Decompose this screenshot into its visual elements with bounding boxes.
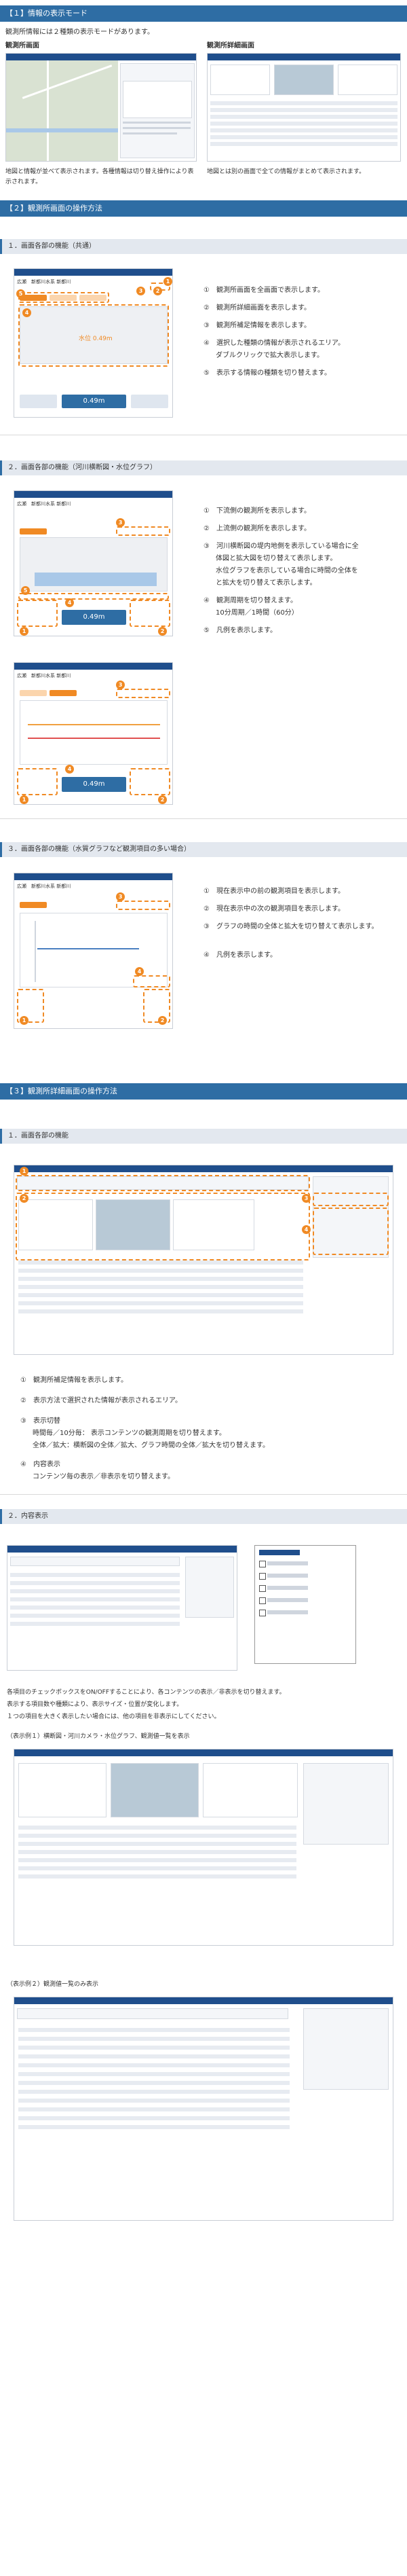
s3-1-item-3c: 全体／拡大：横断図の全体／拡大、グラフ時間の全体／拡大を切り替えます。 bbox=[33, 1442, 269, 1449]
mode1-title: 観測所画面 bbox=[5, 42, 39, 50]
s2-2-item-1: ① 下流側の観測所を表示します。 bbox=[204, 507, 311, 515]
phone-screen-cross-section: 広瀬 新都川水系 新都川 0.49m 1 2 3 4 5 bbox=[14, 490, 173, 636]
content-display-image bbox=[7, 1545, 237, 1671]
phone-screen-common: 広瀬 新都川水系 新都川 水位 0.49m 0.49m 1 2 3 4 5 bbox=[14, 268, 173, 418]
station-screen-image bbox=[5, 53, 197, 162]
s2-2-item-4b: 10分周期／1時間（60分） bbox=[216, 609, 298, 617]
s3-1-item-3b: 時間毎／10分毎： 表示コンテンツの観測周期を切り替えます。 bbox=[33, 1430, 226, 1437]
mode2-desc: 地図とは別の画面で全ての情報がまとめて表示されます。 bbox=[207, 168, 366, 175]
mode2-title: 観測所詳細画面 bbox=[207, 42, 254, 50]
s3-1-item-4: ④ 内容表示 bbox=[20, 1461, 60, 1468]
s2-2-item-3c: 水位グラフを表示している場合に時間の全体を bbox=[216, 567, 358, 575]
phone3-station: 広瀬 新都川水系 新都川 bbox=[17, 673, 71, 678]
station-detail-screen-image bbox=[207, 53, 401, 162]
s2-1-item-2: ② 観測所詳細画面を表示します。 bbox=[204, 304, 311, 312]
section1-header: 【１】情報の表示モード bbox=[0, 5, 407, 22]
s2-2-item-5: ⑤ 凡例を表示します。 bbox=[204, 627, 277, 634]
s3-1-item-3: ③ 表示切替 bbox=[20, 1417, 60, 1425]
s2-3-item-3: ③ グラフの時間の全体と拡大を切り替えて表示します。 bbox=[204, 923, 379, 930]
s3-1-item-4b: コンテンツ毎の表示／非表示を切り替えます。 bbox=[33, 1473, 174, 1481]
s2-2-item-3d: と拡大を切り替えて表示します。 bbox=[216, 579, 317, 587]
section2-sub3-header: ３．画面各部の機能（水質グラフなど観測項目の多い場合） bbox=[0, 842, 407, 857]
content-desc-3: １つの項目を大きく表示したい場合には、他の項目を非表示にしてください。 bbox=[7, 1713, 220, 1720]
section3-sub1-header: １．画面各部の機能 bbox=[0, 1129, 407, 1144]
phone-station-name: 広瀬 新都川水系 新都川 bbox=[17, 279, 71, 285]
s3-1-item-2: ② 表示方法で選択された情報が表示されるエリア。 bbox=[20, 1397, 182, 1404]
section1-intro: 観測所情報には２種類の表示モードがあります。 bbox=[5, 29, 154, 36]
s2-3-item-2: ② 現在表示中の次の観測項目を表示します。 bbox=[204, 905, 345, 913]
detail-screen-image: 1 2 3 4 bbox=[14, 1165, 393, 1355]
s2-2-item-3b: 体図と拡大図を切り替えて表示します。 bbox=[216, 555, 337, 562]
content-display-menu-image bbox=[254, 1545, 356, 1664]
mode1-desc: 地図と情報が並べて表示されます。各種情報は切り替え操作により表示されます。 bbox=[5, 168, 194, 185]
s2-2-item-2: ② 上流側の観測所を表示します。 bbox=[204, 525, 311, 532]
content-desc-1: 各項目のチェックボックスをON/OFFすることにより、各コンテンツの表示／非表示… bbox=[7, 1689, 286, 1696]
section2-header: 【２】観測所画面の操作方法 bbox=[0, 200, 407, 217]
phone-level: 0.49m bbox=[62, 395, 126, 408]
s2-3-item-1: ① 現在表示中の前の観測項目を表示します。 bbox=[204, 888, 345, 895]
example2-image bbox=[14, 1997, 393, 2221]
phone3-level: 0.49m bbox=[62, 777, 126, 792]
section3-sub2-header: ２．内容表示 bbox=[0, 1509, 407, 1524]
s2-1-item-4b: ダブルクリックで拡大表示します。 bbox=[216, 352, 324, 359]
s2-2-item-3: ③ 河川横断図の堤内地側を表示している場合に全 bbox=[204, 543, 359, 550]
s2-2-item-4: ④ 観測周期を切り替えます。 bbox=[204, 597, 297, 604]
s3-1-item-1: ① 観測所補足情報を表示します。 bbox=[20, 1377, 128, 1384]
s2-1-item-1: ① 観測所画面を全画面で表示します。 bbox=[204, 287, 324, 294]
phone-screen-water-quality: 広瀬 新都川水系 新都川 1 2 3 4 bbox=[14, 873, 173, 1029]
phone2-level: 0.49m bbox=[62, 610, 126, 625]
s2-1-item-5: ⑤ 表示する情報の種類を切り替えます。 bbox=[204, 369, 331, 377]
section2-sub2-header: ２．画面各部の機能（河川横断図・水位グラフ） bbox=[0, 460, 407, 475]
section3-header: 【３】観測所詳細画面の操作方法 bbox=[0, 1083, 407, 1100]
s2-1-item-4: ④ 選択した種類の情報が表示されるエリア。 bbox=[204, 340, 345, 347]
phone-screen-water-graph: 広瀬 新都川水系 新都川 0.49m 1 2 3 4 bbox=[14, 662, 173, 805]
content-desc-2: 表示する項目数や種類により、表示サイズ・位置が変化します。 bbox=[7, 1701, 183, 1708]
section2-sub1-header: １．画面各部の機能（共通） bbox=[0, 239, 407, 254]
example1-title: （表示例１）横断図・河川カメラ・水位グラフ、観測値一覧を表示 bbox=[7, 1733, 190, 1740]
s2-1-item-3: ③ 観測所補足情報を表示します。 bbox=[204, 322, 311, 329]
s2-3-item-4: ④ 凡例を表示します。 bbox=[204, 951, 277, 959]
example1-image bbox=[14, 1749, 393, 1946]
example2-title: （表示例２）観測値一覧のみ表示 bbox=[7, 1981, 99, 1988]
phone4-station: 広瀬 新都川水系 新都川 bbox=[17, 884, 71, 889]
phone2-station: 広瀬 新都川水系 新都川 bbox=[17, 501, 71, 507]
